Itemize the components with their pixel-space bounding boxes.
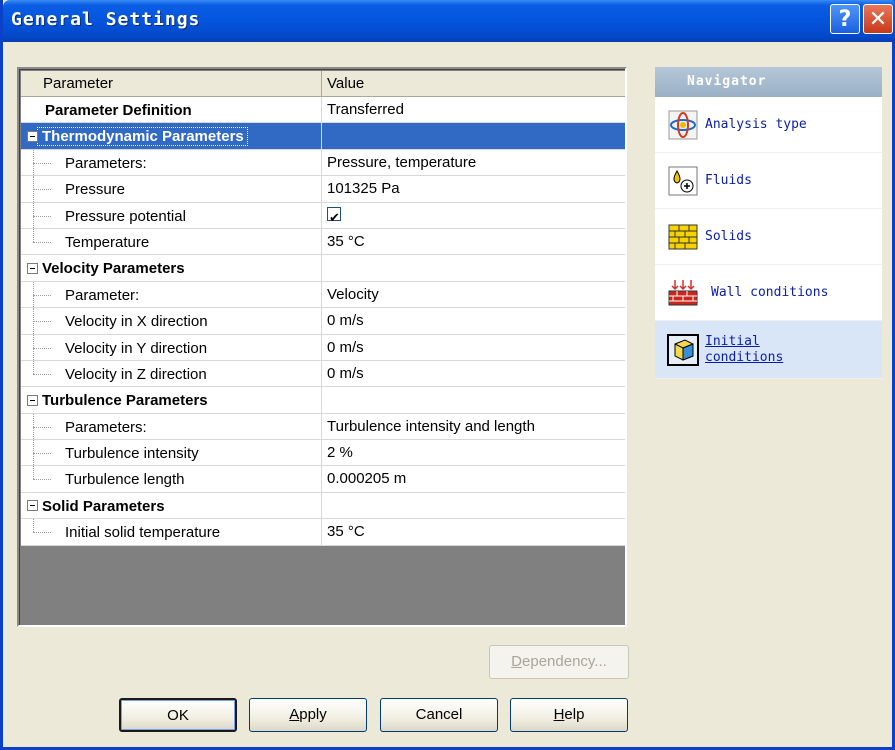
row-value[interactable]: Turbulence intensity and length: [322, 414, 625, 439]
group-value: [322, 123, 625, 149]
pressure-potential-checkbox[interactable]: [327, 205, 341, 228]
row-value[interactable]: 0.000205 m: [322, 466, 625, 491]
row-value[interactable]: [322, 203, 625, 228]
parameter-grid-body: Parameter Value Parameter Definition Tra…: [21, 71, 625, 546]
nav-item-label: Initial conditions: [705, 333, 784, 365]
grid-row[interactable]: Parameters: Turbulence intensity and len…: [21, 413, 625, 441]
grid-row[interactable]: Pressure potential: [21, 202, 625, 229]
group-label: Turbulence Parameters: [42, 392, 208, 410]
group-row-solid[interactable]: Solid Parameters: [21, 492, 625, 520]
row-value[interactable]: Pressure, temperature: [322, 150, 625, 175]
grid-row[interactable]: Velocity in X direction 0 m/s: [21, 308, 625, 335]
general-settings-dialog: General Settings ? ✕ Parameter Value Par…: [0, 0, 895, 750]
group-value: [322, 493, 625, 518]
window-title: General Settings: [11, 9, 201, 30]
group-row-thermodynamic[interactable]: Thermodynamic Parameters: [21, 123, 625, 150]
grid-row[interactable]: Velocity in Z direction 0 m/s: [21, 360, 625, 388]
nav-item-wall-conditions[interactable]: Wall conditions: [655, 265, 882, 321]
dependency-button[interactable]: Dependency...: [489, 645, 629, 679]
analysis-type-icon: [667, 109, 699, 141]
apply-button[interactable]: Apply: [249, 698, 367, 732]
parameter-grid: Parameter Value Parameter Definition Tra…: [17, 67, 627, 627]
grid-header: Parameter Value: [21, 71, 625, 97]
nav-item-analysis-type[interactable]: Analysis type: [655, 97, 882, 153]
collapse-icon[interactable]: [27, 130, 38, 142]
nav-item-initial-conditions[interactable]: Initial conditions: [655, 321, 882, 379]
row-value[interactable]: 101325 Pa: [322, 176, 625, 201]
row-value[interactable]: Velocity: [322, 282, 625, 307]
row-value[interactable]: 0 m/s: [322, 335, 625, 360]
grid-row[interactable]: Parameter: Velocity: [21, 281, 625, 309]
nav-item-fluids[interactable]: Fluids: [655, 153, 882, 209]
group-value: [322, 387, 625, 412]
group-label: Solid Parameters: [42, 497, 165, 515]
grid-row[interactable]: Velocity in Y direction 0 m/s: [21, 334, 625, 361]
group-label: Velocity Parameters: [42, 260, 185, 278]
row-label: Parameter Definition: [45, 102, 192, 119]
close-icon[interactable]: ✕: [863, 4, 893, 34]
grid-row[interactable]: Parameters: Pressure, temperature: [21, 149, 625, 177]
group-row-turbulence[interactable]: Turbulence Parameters: [21, 387, 625, 414]
collapse-icon[interactable]: [27, 500, 38, 512]
row-value[interactable]: 35 °C: [322, 229, 625, 254]
collapse-icon[interactable]: [27, 394, 38, 406]
collapse-icon[interactable]: [27, 262, 38, 274]
row-value[interactable]: Transferred: [322, 97, 625, 122]
navigator-title: Navigator: [655, 67, 882, 97]
group-label: Thermodynamic Parameters: [37, 127, 248, 147]
navigator-panel: Navigator Analysis type Fluids Solids Wa…: [655, 67, 882, 379]
ok-button[interactable]: OK: [119, 698, 237, 732]
nav-item-label: Fluids: [705, 173, 752, 188]
help-icon[interactable]: ?: [830, 4, 860, 34]
nav-item-label: Analysis type: [705, 117, 807, 132]
row-value[interactable]: 0 m/s: [322, 361, 625, 386]
grid-row-parameter-definition[interactable]: Parameter Definition Transferred: [21, 97, 625, 124]
grid-row[interactable]: Turbulence intensity 2 %: [21, 440, 625, 467]
grid-row[interactable]: Pressure 101325 Pa: [21, 176, 625, 203]
group-value: [322, 255, 625, 280]
row-value[interactable]: 2 %: [322, 440, 625, 465]
grid-row[interactable]: Initial solid temperature 35 °C: [21, 519, 625, 546]
nav-item-solids[interactable]: Solids: [655, 209, 882, 265]
grid-row[interactable]: Turbulence length 0.000205 m: [21, 466, 625, 493]
initial-conditions-icon: [667, 333, 699, 366]
column-header-value[interactable]: Value: [322, 71, 364, 96]
help-button[interactable]: Help: [510, 698, 628, 732]
wall-conditions-icon: [667, 277, 699, 309]
fluids-icon: [667, 165, 699, 197]
row-value[interactable]: 0 m/s: [322, 308, 625, 333]
group-row-velocity[interactable]: Velocity Parameters: [21, 255, 625, 282]
solids-icon: [667, 221, 699, 253]
title-bar[interactable]: General Settings ? ✕: [3, 0, 895, 42]
column-header-parameter[interactable]: Parameter: [21, 71, 322, 96]
nav-item-label: Wall conditions: [711, 285, 829, 300]
nav-item-label: Solids: [705, 229, 752, 244]
cancel-button[interactable]: Cancel: [380, 698, 498, 732]
row-value[interactable]: 35 °C: [322, 519, 625, 544]
grid-row[interactable]: Temperature 35 °C: [21, 228, 625, 256]
